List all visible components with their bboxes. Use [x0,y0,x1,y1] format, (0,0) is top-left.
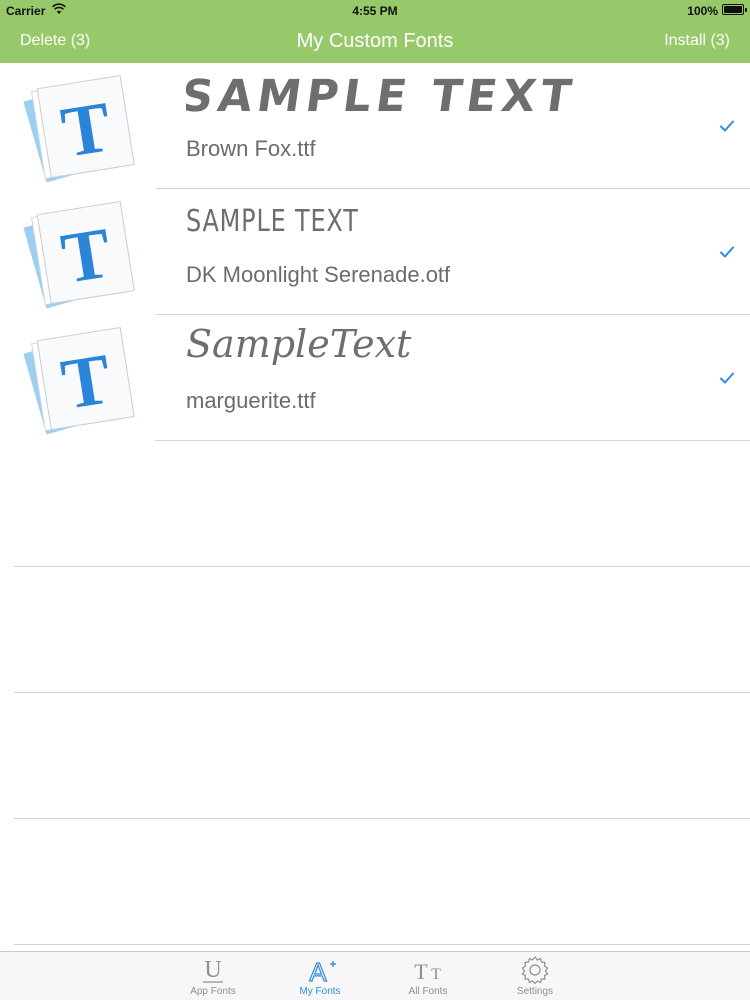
tab-bar: U App Fonts A My Fonts T T All Fonts Set… [0,951,750,1000]
battery-percent: 100% [687,4,718,18]
font-file-icon: T [18,195,136,313]
font-sample-preview: SAMPLE TEXT [186,191,616,253]
tab-label: Settings [516,986,554,997]
tab-my-fonts[interactable]: A My Fonts [280,952,360,1000]
checkmark-icon [720,120,734,132]
tab-label: All Fonts [408,986,448,997]
tab-app-fonts[interactable]: U App Fonts [173,952,253,1000]
checkmark-icon [720,372,734,384]
font-sample-text: SampleText [186,322,412,366]
battery-icon [722,4,747,15]
status-time: 4:55 PM [352,4,398,18]
svg-text:T: T [431,966,441,983]
tab-label: App Fonts [190,986,236,997]
checkmark-icon [720,246,734,258]
tab-settings[interactable]: Settings [495,952,575,1000]
font-row[interactable]: T SAMPLE TEXT DK Moonlight Serenade.otf [0,189,750,315]
font-sample-preview: SampleText [186,317,616,379]
tab-label: My Fonts [299,986,341,997]
empty-row-divider [14,818,750,819]
font-file-name: Brown Fox.ttf [186,136,316,161]
navigation-bar: Delete (3) My Custom Fonts Install (3) [0,20,750,63]
empty-row-divider [14,692,750,693]
font-file-icon: T [18,321,136,439]
tab-all-fonts[interactable]: T T All Fonts [388,952,468,1000]
font-file-icon: T [18,69,136,187]
font-row[interactable]: T SampleText marguerite.ttf [0,315,750,441]
status-bar: Carrier 4:55 PM 100% [0,0,750,20]
svg-text:T: T [414,959,428,984]
font-sample-text: SAMPLE TEXT [186,204,359,238]
font-list: T SAMPLE TEXT Brown Fox.ttf T SAMPLE TEX… [0,63,750,441]
row-divider [155,440,750,441]
empty-row-divider [14,566,750,567]
svg-text:U: U [204,957,221,983]
font-row[interactable]: T SAMPLE TEXT Brown Fox.ttf [0,63,750,189]
font-file-name: DK Moonlight Serenade.otf [186,262,451,287]
top-bar: Carrier 4:55 PM 100% Delete (3) My Custo… [0,0,750,63]
font-sample-text: SAMPLE TEXT [186,71,579,122]
svg-text:A: A [309,957,327,985]
page-title: My Custom Fonts [296,30,454,52]
all-fonts-icon: T T [414,959,441,984]
font-file-name: marguerite.ttf [186,388,316,413]
empty-row-divider [14,944,750,945]
install-button[interactable]: Install (3) [664,32,730,50]
app-fonts-icon: U [203,957,223,983]
gear-icon [521,956,549,985]
font-sample-preview: SAMPLE TEXT [186,65,616,127]
my-fonts-icon: A [309,956,336,985]
